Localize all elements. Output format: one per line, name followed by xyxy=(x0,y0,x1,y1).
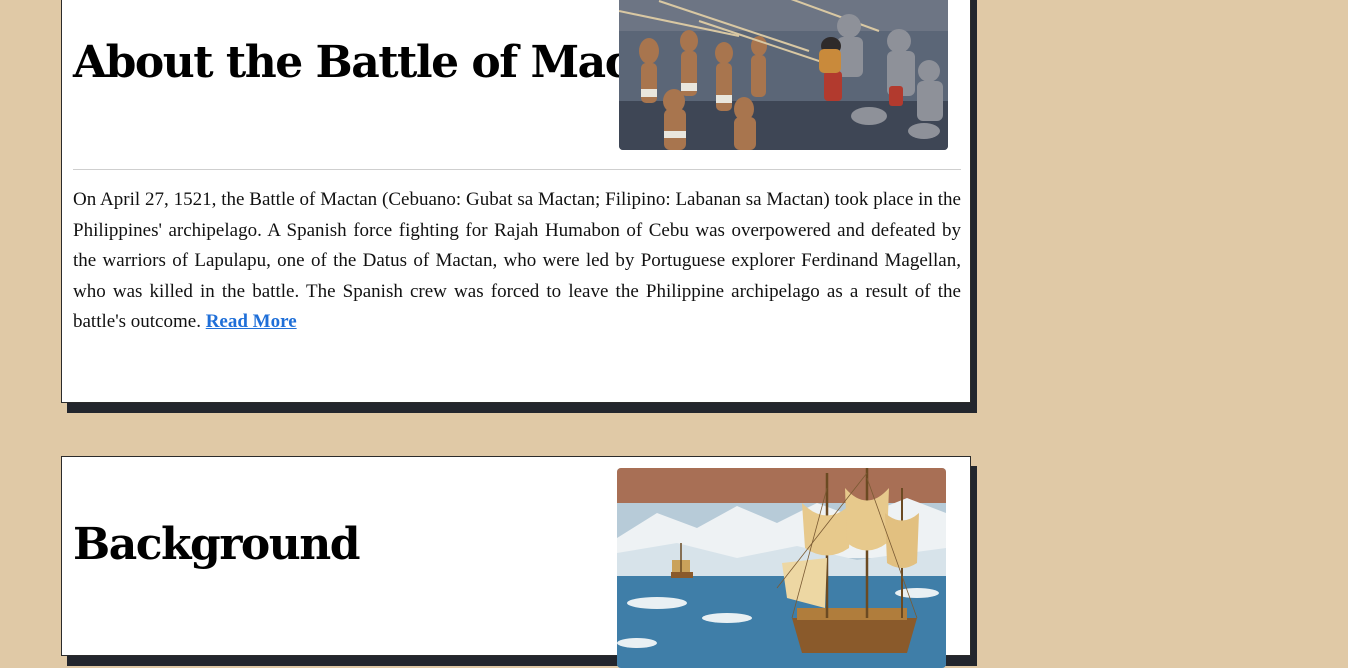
section-divider xyxy=(73,169,961,170)
galleon-painting-image xyxy=(617,468,946,668)
about-card: About the Battle of Mactan On April 27, … xyxy=(61,0,971,403)
about-title: About the Battle of Mactan xyxy=(73,37,708,88)
read-more-link[interactable]: Read More xyxy=(206,311,297,332)
about-paragraph: On April 27, 1521, the Battle of Mactan … xyxy=(73,185,961,338)
background-title: Background xyxy=(73,519,361,570)
battle-painting-image xyxy=(619,0,948,150)
background-card: Background xyxy=(61,456,971,668)
